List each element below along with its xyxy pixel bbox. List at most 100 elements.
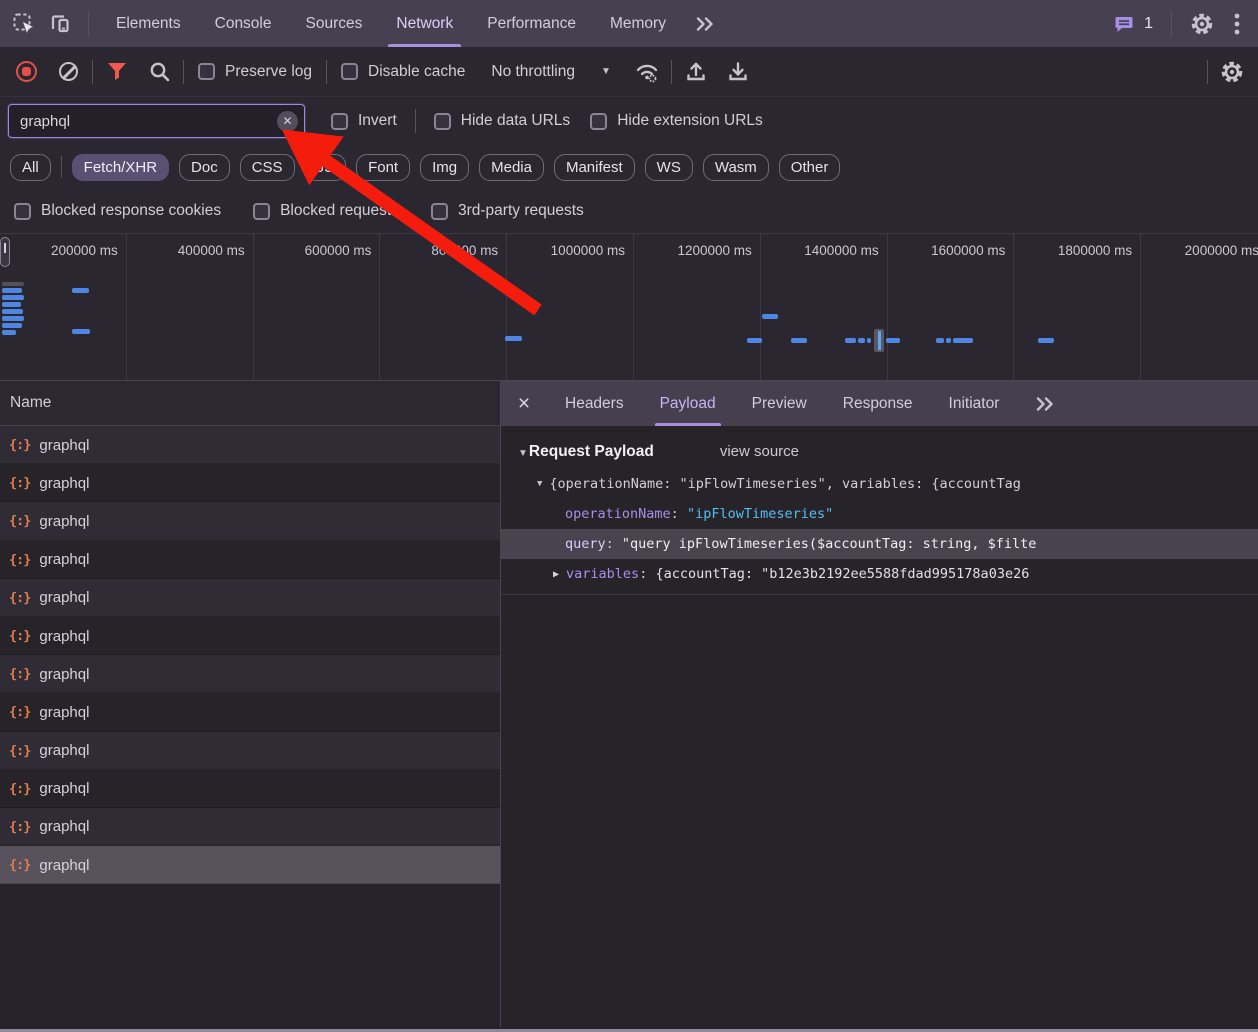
network-conditions-icon [635, 61, 659, 83]
type-chip-ws[interactable]: WS [645, 154, 693, 181]
detail-tab-headers[interactable]: Headers [547, 381, 642, 426]
payload-pane: ▼ Request Payload view source ▼{operatio… [501, 426, 1258, 1027]
import-har-button[interactable] [678, 54, 714, 90]
filter-input[interactable]: graphql ✕ [8, 104, 305, 138]
blocked-requests-checkbox[interactable] [253, 203, 270, 220]
tab-console[interactable]: Console [198, 0, 289, 47]
request-row[interactable]: {:}graphql [0, 655, 500, 693]
clear-network-log-button[interactable] [50, 54, 86, 90]
type-chip-other[interactable]: Other [779, 154, 841, 181]
timeline-request-bar [505, 336, 522, 341]
detail-tab-response[interactable]: Response [825, 381, 931, 426]
detail-tab-preview[interactable]: Preview [734, 381, 825, 426]
tab-sources[interactable]: Sources [289, 0, 380, 47]
invert-checkbox[interactable] [331, 113, 348, 130]
tab-performance[interactable]: Performance [470, 0, 593, 47]
request-row[interactable]: {:}graphql [0, 579, 500, 617]
timeline-request-bar [2, 302, 21, 307]
devtools-tabbar: ElementsConsoleSourcesNetworkPerformance… [0, 0, 1258, 47]
blocked-response-cookies-checkbox[interactable] [14, 203, 31, 220]
payload-entry-operationName[interactable]: operationName: "ipFlowTimeseries" [501, 499, 1258, 529]
throttling-select[interactable]: No throttling ▼ [479, 63, 622, 81]
requests-list: {:}graphql{:}graphql{:}graphql{:}graphql… [0, 426, 500, 1027]
request-row[interactable]: {:}graphql [0, 770, 500, 808]
chip-divider [61, 156, 62, 178]
issues-button[interactable] [1110, 6, 1138, 42]
timeline-resize-handle[interactable] [0, 237, 10, 267]
record-network-log-button[interactable] [8, 54, 44, 90]
tab-elements[interactable]: Elements [99, 0, 198, 47]
type-chip-all[interactable]: All [10, 154, 51, 181]
type-chip-manifest[interactable]: Manifest [554, 154, 635, 181]
request-row[interactable]: {:}graphql [0, 426, 500, 464]
request-row[interactable]: {:}graphql [0, 617, 500, 655]
tab-memory[interactable]: Memory [593, 0, 683, 47]
network-conditions-button[interactable] [629, 54, 665, 90]
search-button[interactable] [141, 54, 177, 90]
request-row[interactable]: {:}graphql [0, 846, 500, 884]
timeline-request-bar [867, 338, 871, 343]
request-row[interactable]: {:}graphql [0, 732, 500, 770]
type-chip-media[interactable]: Media [479, 154, 544, 181]
export-har-button[interactable] [720, 54, 756, 90]
type-chip-font[interactable]: Font [356, 154, 410, 181]
timeline-tick-label: 400000 ms [178, 243, 245, 258]
json-braces-icon: {:} [9, 666, 30, 682]
disable-cache-checkbox[interactable] [341, 63, 358, 80]
name-column-header[interactable]: Name [0, 381, 500, 426]
type-chip-wasm[interactable]: Wasm [703, 154, 769, 181]
payload-entry-query[interactable]: query: "query ipFlowTimeseries($accountT… [501, 529, 1258, 559]
tabbar-right-divider [1171, 11, 1172, 37]
expand-triangle-icon[interactable]: ▶ [553, 569, 559, 580]
close-detail-button[interactable]: × [501, 381, 547, 426]
more-detail-tabs-button[interactable] [1025, 381, 1065, 426]
requests-panel: Name {:}graphql{:}graphql{:}graphql{:}gr… [0, 381, 500, 1027]
collapse-triangle-icon[interactable]: ▼ [537, 479, 542, 489]
more-tabs-button[interactable] [683, 0, 727, 47]
menu-button[interactable] [1224, 6, 1250, 42]
timeline-request-bar [936, 338, 944, 343]
throttling-value: No throttling [491, 63, 575, 81]
inspect-element-button[interactable] [6, 6, 42, 42]
filter-button[interactable] [99, 54, 135, 90]
type-chip-css[interactable]: CSS [240, 154, 295, 181]
detail-tabs: HeadersPayloadPreviewResponseInitiator [547, 381, 1017, 426]
detail-tab-initiator[interactable]: Initiator [931, 381, 1018, 426]
request-payload-title: Request Payload [529, 443, 654, 461]
request-row[interactable]: {:}graphql [0, 502, 500, 540]
json-braces-icon: {:} [9, 437, 30, 453]
detail-tab-payload[interactable]: Payload [642, 381, 734, 426]
payload-entry-variables[interactable]: ▶variables: {accountTag: "b12e3b2192ee55… [501, 559, 1258, 589]
request-row[interactable]: {:}graphql [0, 808, 500, 846]
settings-button[interactable] [1184, 6, 1220, 42]
request-row[interactable]: {:}graphql [0, 464, 500, 502]
payload-root-line[interactable]: ▼{operationName: "ipFlowTimeseries", var… [501, 469, 1258, 499]
request-row[interactable]: {:}graphql [0, 693, 500, 731]
json-value: "ipFlowTimeseries" [687, 506, 833, 522]
message-bubble-icon [1114, 14, 1134, 34]
record-icon [16, 61, 37, 82]
tabbar-divider [88, 11, 89, 37]
type-chip-js[interactable]: JS [305, 154, 347, 181]
clear-filter-button[interactable]: ✕ [277, 111, 298, 132]
network-settings-button[interactable] [1214, 54, 1250, 90]
request-payload-section[interactable]: ▼ Request Payload view source [501, 426, 1258, 469]
view-source-link[interactable]: view source [720, 443, 799, 460]
tab-network[interactable]: Network [379, 0, 470, 47]
timeline-request-bar [762, 314, 778, 319]
type-chip-img[interactable]: Img [420, 154, 469, 181]
timeline-column: 200000 ms [0, 234, 127, 380]
hide-extension-urls-checkbox[interactable] [590, 113, 607, 130]
timeline-column: 1600000 ms [888, 234, 1015, 380]
type-chip-fetch-xhr[interactable]: Fetch/XHR [72, 154, 169, 181]
third-party-requests-checkbox[interactable] [431, 203, 448, 220]
timeline-column: 800000 ms [380, 234, 507, 380]
type-chip-doc[interactable]: Doc [179, 154, 230, 181]
timeline-tick-label: 600000 ms [305, 243, 372, 258]
hide-data-urls-checkbox[interactable] [434, 113, 451, 130]
request-row[interactable]: {:}graphql [0, 541, 500, 579]
network-overview-timeline[interactable]: 200000 ms400000 ms600000 ms800000 ms1000… [0, 233, 1258, 381]
preserve-log-checkbox[interactable] [198, 63, 215, 80]
request-name: graphql [39, 780, 89, 797]
device-toolbar-button[interactable] [42, 6, 78, 42]
